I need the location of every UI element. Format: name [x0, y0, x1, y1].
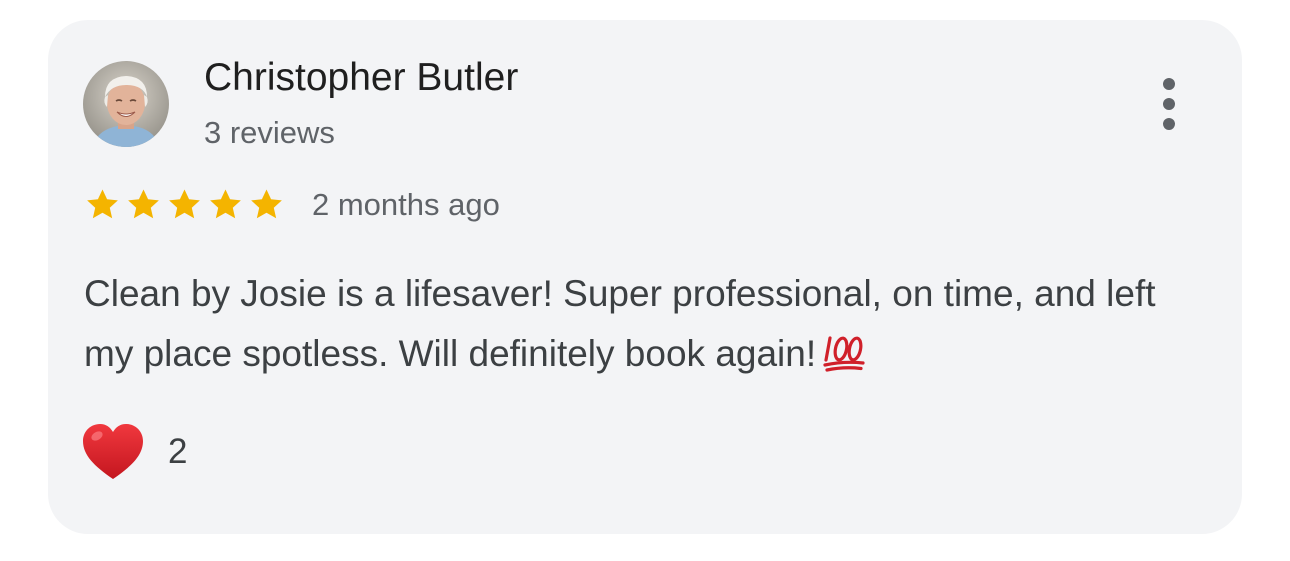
review-date: 2 months ago [312, 187, 500, 222]
more-vert-icon [1163, 78, 1175, 90]
reviewer-avatar[interactable] [83, 61, 169, 147]
star-icon [128, 189, 159, 219]
reviewer-review-count: 3 reviews [204, 115, 335, 150]
reaction-button[interactable]: 2 [80, 420, 187, 484]
more-vert-icon-dot [1163, 118, 1175, 130]
review-text: Clean by Josie is a lifesaver! Super pro… [84, 273, 1156, 374]
reviewer-name[interactable]: Christopher Butler [204, 54, 518, 102]
reaction-count: 2 [168, 432, 188, 471]
star-icon [169, 189, 200, 219]
heart-icon [83, 424, 143, 479]
hundred-points-icon [822, 330, 866, 390]
more-options-button[interactable] [1148, 72, 1192, 136]
star-icon [87, 189, 118, 219]
avatar-photo [83, 61, 169, 147]
review-text-block: Clean by Josie is a lifesaver! Super pro… [84, 264, 1204, 390]
star-icon [210, 189, 241, 219]
star-rating [82, 186, 287, 224]
more-vert-icon-dot [1163, 98, 1175, 110]
star-icon [251, 189, 282, 219]
review-card: Christopher Butler 3 reviews 2 months ag… [48, 20, 1242, 534]
